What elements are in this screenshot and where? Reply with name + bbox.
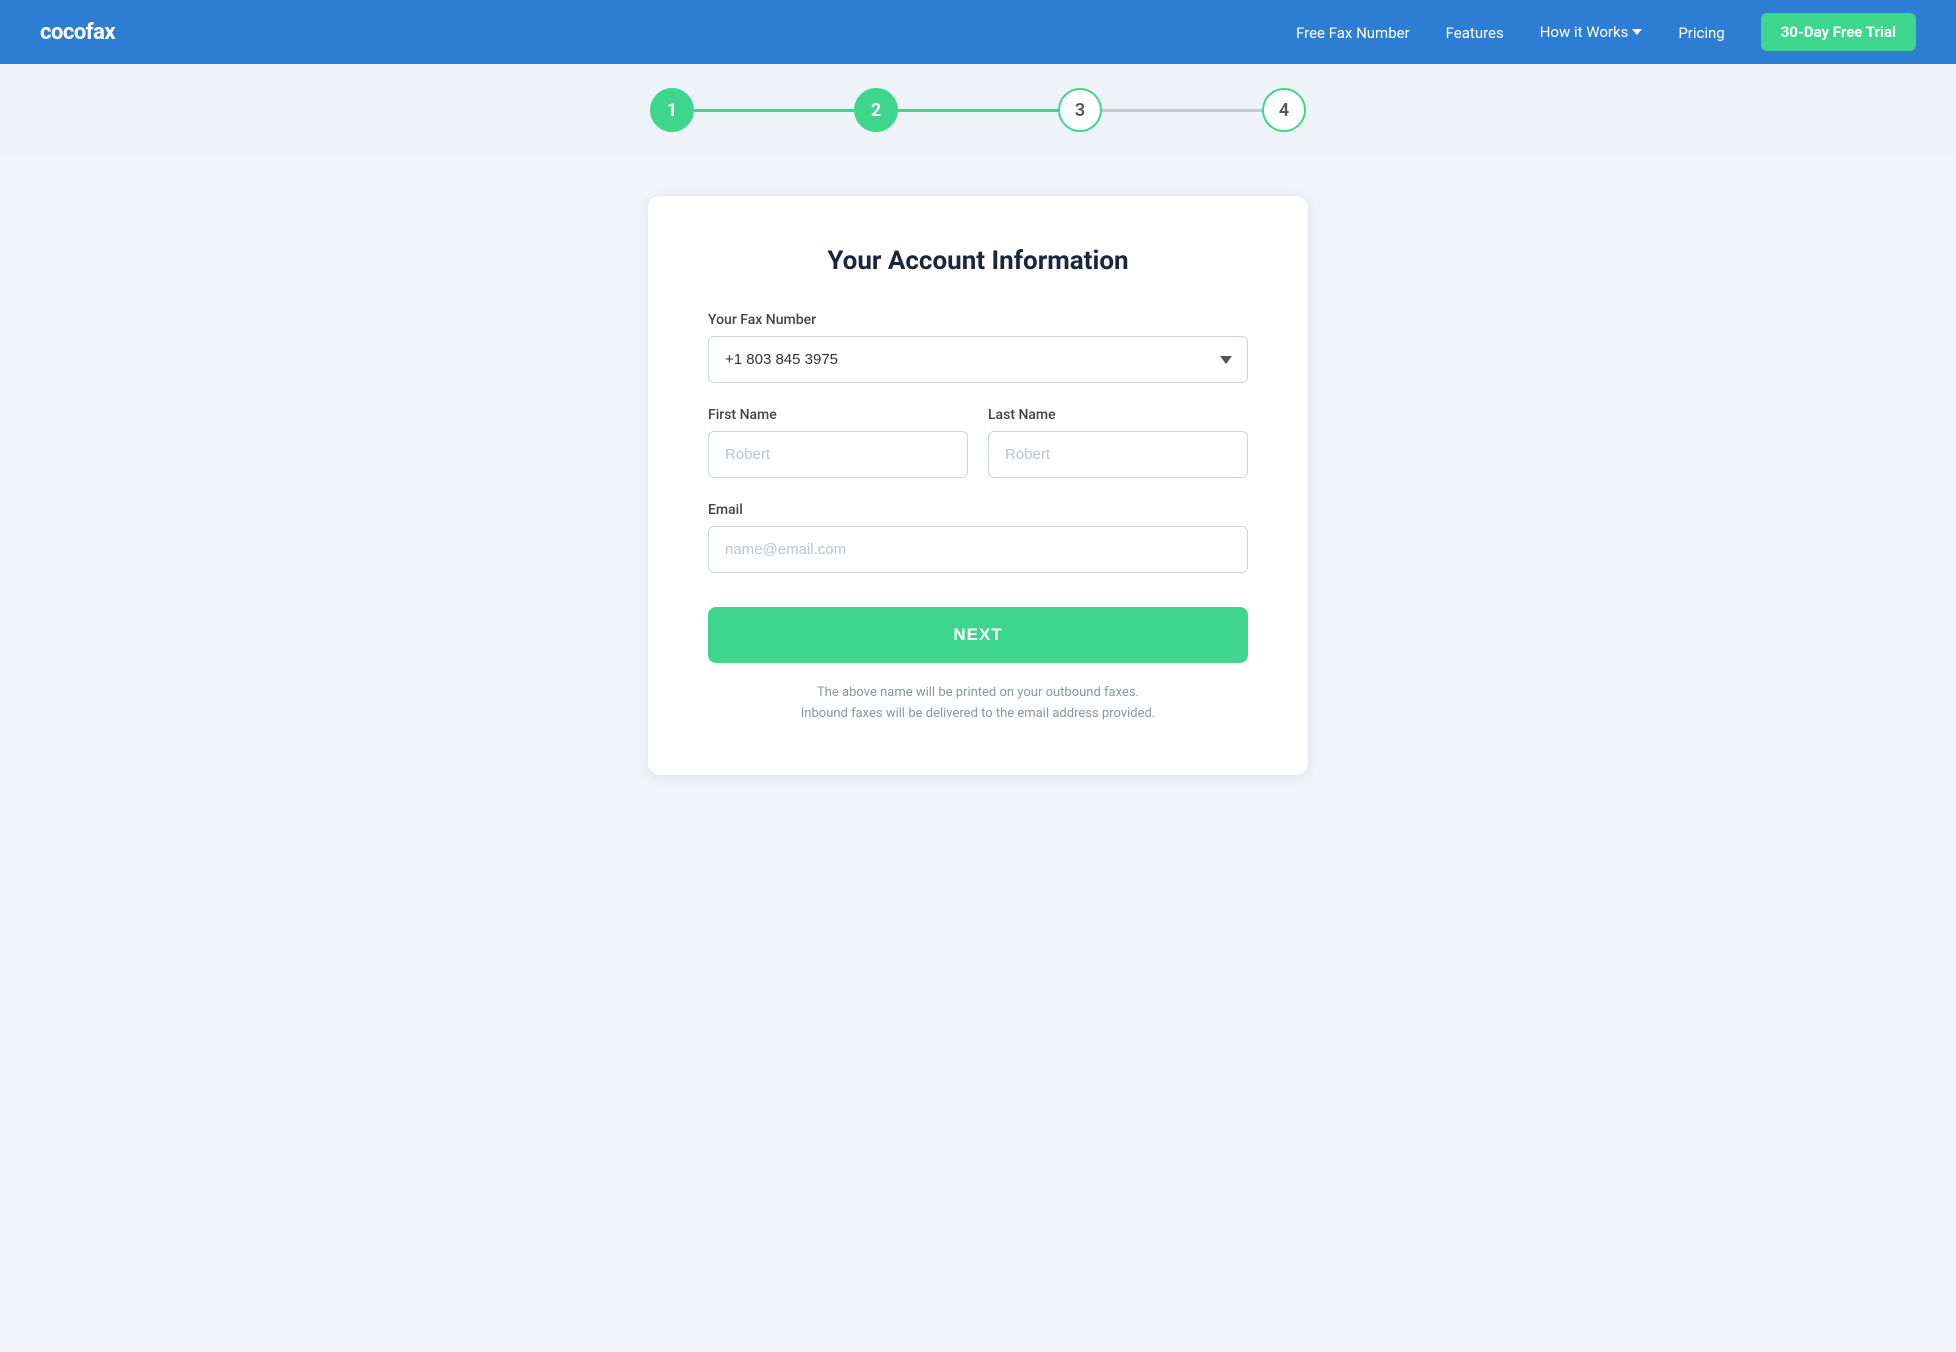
last-name-group: Last Name — [988, 407, 1248, 478]
step-line-1-2 — [694, 109, 854, 112]
nav-pricing[interactable]: Pricing — [1678, 24, 1724, 42]
step-line-3-4 — [1102, 109, 1262, 112]
step-line-2-3 — [898, 109, 1058, 112]
step-2[interactable]: 2 — [854, 88, 898, 132]
last-name-label: Last Name — [988, 407, 1248, 423]
next-button[interactable]: NEXT — [708, 607, 1248, 663]
chevron-down-icon — [1632, 29, 1642, 35]
nav-how-it-works[interactable]: How it Works — [1540, 23, 1643, 41]
last-name-input[interactable] — [988, 431, 1248, 478]
fax-number-select-wrapper: +1 803 845 3975 — [708, 336, 1248, 383]
form-card: Your Account Information Your Fax Number… — [648, 196, 1308, 775]
form-title: Your Account Information — [708, 246, 1248, 276]
email-input[interactable] — [708, 526, 1248, 573]
form-footer-text: The above name will be printed on your o… — [708, 683, 1248, 725]
fax-number-select[interactable]: +1 803 845 3975 — [708, 336, 1248, 383]
first-name-group: First Name — [708, 407, 968, 478]
nav-free-fax-number[interactable]: Free Fax Number — [1296, 24, 1410, 42]
brand-logo[interactable]: cocofax — [40, 20, 115, 45]
first-name-input[interactable] — [708, 431, 968, 478]
fax-number-label: Your Fax Number — [708, 312, 1248, 328]
main-content: Your Account Information Your Fax Number… — [0, 156, 1956, 835]
stepper-bar: 1 2 3 4 — [0, 64, 1956, 156]
navbar: cocofax Free Fax Number Features How it … — [0, 0, 1956, 64]
nav-features[interactable]: Features — [1446, 24, 1504, 42]
step-1[interactable]: 1 — [650, 88, 694, 132]
email-label: Email — [708, 502, 1248, 518]
step-4[interactable]: 4 — [1262, 88, 1306, 132]
name-row: First Name Last Name — [708, 407, 1248, 502]
first-name-label: First Name — [708, 407, 968, 423]
nav-cta-button[interactable]: 30-Day Free Trial — [1761, 13, 1916, 51]
fax-number-group: Your Fax Number +1 803 845 3975 — [708, 312, 1248, 383]
email-group: Email — [708, 502, 1248, 573]
stepper: 1 2 3 4 — [650, 88, 1306, 132]
step-3[interactable]: 3 — [1058, 88, 1102, 132]
